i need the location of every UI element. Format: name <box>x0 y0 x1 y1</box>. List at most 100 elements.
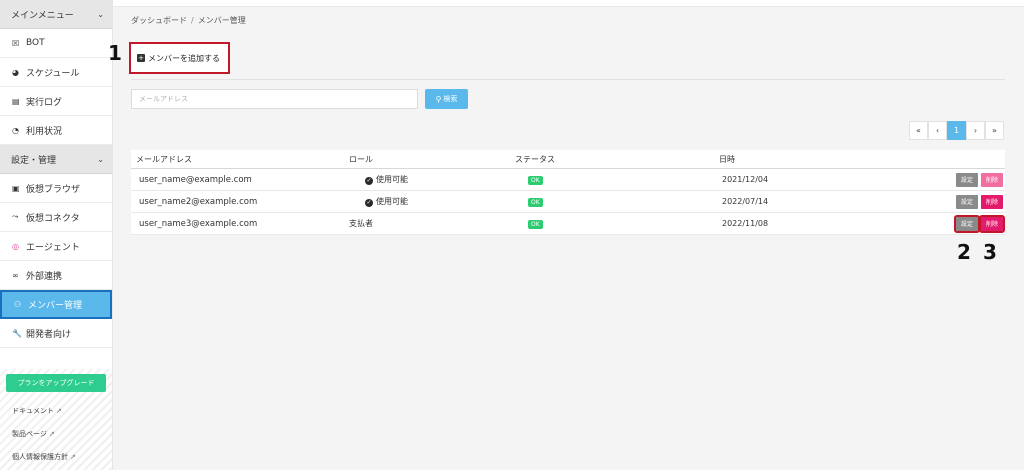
sidebar-item-agent[interactable]: ◎ エージェント <box>0 232 112 261</box>
sidebar-item-developers[interactable]: 🔧 開発者向け <box>0 319 112 348</box>
row-date: 2021/12/04 <box>722 175 769 184</box>
sidebar-item-bot[interactable]: ☒ BOT <box>0 29 112 58</box>
settings-button[interactable]: 設定 <box>954 214 980 233</box>
row-date: 2022/11/08 <box>722 219 769 228</box>
wrench-icon: 🔧 <box>12 328 22 338</box>
privacy-policy-link[interactable]: 個人情報保護方針 ↗ <box>0 446 112 469</box>
row-date: 2022/07/14 <box>722 197 769 206</box>
sidebar-footer: プランをアップグレード ドキュメント ↗ 製品ページ ↗ 個人情報保護方針 ↗ <box>0 369 112 470</box>
row-email: user_name2@example.com <box>139 196 258 207</box>
sidebar-item-label: 開発者向け <box>26 329 72 340</box>
clock-icon: ◕ <box>12 67 19 77</box>
robot-icon: ☒ <box>12 38 20 48</box>
row-email: user_name3@example.com <box>139 218 258 229</box>
row-actions: 設定 削除 <box>943 214 1005 233</box>
row-status: OK <box>513 197 716 207</box>
check-circle-icon: ✓ <box>365 177 373 185</box>
product-page-link[interactable]: 製品ページ ↗ <box>0 423 112 446</box>
row-email: user_name@example.com <box>139 174 252 185</box>
page-1-button[interactable]: 1 <box>947 121 966 140</box>
sidebar-item-virtual-browser[interactable]: ▣ 仮想ブラウザ <box>0 174 112 203</box>
pagination: « ‹ 1 › » <box>909 121 1004 140</box>
external-link-icon: ↗ <box>70 453 76 461</box>
main-menu-header[interactable]: メインメニュー ⌄ <box>0 0 112 29</box>
search-button[interactable]: ⚲ 検索 <box>425 89 468 109</box>
sidebar-item-label: BOT <box>26 38 45 48</box>
breadcrumb: ダッシュボード / メンバー管理 <box>131 15 246 26</box>
sidebar: メインメニュー ⌄ ☒ BOT ◕ スケジュール ▤ 実行ログ ◔ 利用状況 設… <box>0 0 113 470</box>
settings-menu-label: 設定・管理 <box>11 155 57 166</box>
row-role: ✓ 使用可能 <box>345 196 513 207</box>
annotation-3: 3 <box>983 240 997 264</box>
documentation-link[interactable]: ドキュメント ↗ <box>0 400 112 423</box>
row-status: OK <box>513 175 716 185</box>
add-member-button[interactable]: + メンバーを追加する <box>129 42 230 74</box>
row-actions: 設定 削除 <box>943 194 1005 209</box>
sidebar-item-label: 外部連携 <box>26 271 63 282</box>
header-status: ステータス <box>515 154 555 164</box>
annotation-1: 1 <box>108 41 122 65</box>
page-first-button[interactable]: « <box>909 121 928 140</box>
members-table: メールアドレス ロール ステータス 日時 user_name@example.c… <box>131 150 1005 235</box>
row-actions: 設定 削除 <box>943 172 1005 187</box>
delete-button[interactable]: 削除 <box>979 214 1005 233</box>
sidebar-item-virtual-connector[interactable]: ⤳ 仮想コネクタ <box>0 203 112 232</box>
status-badge: OK <box>528 219 543 229</box>
top-bar <box>113 0 1024 7</box>
delete-button[interactable]: 削除 <box>981 194 1003 209</box>
page-next-button[interactable]: › <box>966 121 985 140</box>
chevron-down-icon: ⌄ <box>97 9 104 19</box>
role-label: 使用可能 <box>376 197 408 206</box>
sidebar-item-label: スケジュール <box>26 68 80 79</box>
chevron-down-icon: ⌄ <box>97 154 104 164</box>
email-search-input[interactable] <box>131 89 418 109</box>
browser-icon: ▣ <box>12 183 20 193</box>
settings-button[interactable]: 設定 <box>956 172 978 187</box>
table-row: user_name2@example.com ✓ 使用可能 OK 2022/07/… <box>131 191 1005 213</box>
sidebar-item-logs[interactable]: ▤ 実行ログ <box>0 87 112 116</box>
link-icon: ∞ <box>12 270 19 280</box>
breadcrumb-root[interactable]: ダッシュボード <box>131 16 187 25</box>
table-header: メールアドレス ロール ステータス 日時 <box>131 150 1005 169</box>
sidebar-item-label: 仮想コネクタ <box>26 213 80 224</box>
header-role: ロール <box>349 154 373 164</box>
sidebar-item-schedule[interactable]: ◕ スケジュール <box>0 58 112 87</box>
sidebar-item-label: エージェント <box>26 242 80 253</box>
breadcrumb-separator: / <box>191 16 194 25</box>
sidebar-item-integrations[interactable]: ∞ 外部連携 <box>0 261 112 290</box>
status-badge: OK <box>528 175 543 185</box>
sidebar-item-label: 実行ログ <box>26 97 63 108</box>
upgrade-plan-button[interactable]: プランをアップグレード <box>6 374 106 392</box>
row-role: ✓ 使用可能 <box>345 174 513 185</box>
divider <box>131 79 1005 80</box>
sidebar-item-label: 仮想ブラウザ <box>26 184 81 195</box>
table-row: user_name3@example.com 支払者 OK 2022/11/08… <box>131 213 1005 235</box>
annotation-2: 2 <box>957 240 971 264</box>
table-row: user_name@example.com ✓ 使用可能 OK 2021/12/0… <box>131 169 1005 191</box>
sidebar-item-members[interactable]: ⚇ メンバー管理 <box>0 290 112 319</box>
settings-menu-header[interactable]: 設定・管理 ⌄ <box>0 145 112 174</box>
sidebar-item-label: メンバー管理 <box>28 301 83 311</box>
page-prev-button[interactable]: ‹ <box>928 121 947 140</box>
main-menu-label: メインメニュー <box>11 10 74 21</box>
page-last-button[interactable]: » <box>985 121 1004 140</box>
header-date: 日時 <box>719 154 735 164</box>
sidebar-item-usage[interactable]: ◔ 利用状況 <box>0 116 112 145</box>
external-link-icon: ↗ <box>56 407 62 415</box>
settings-button[interactable]: 設定 <box>956 194 978 209</box>
sidebar-item-label: 利用状況 <box>26 126 63 137</box>
delete-button[interactable]: 削除 <box>981 172 1003 187</box>
connector-icon: ⤳ <box>12 212 19 221</box>
breadcrumb-current: メンバー管理 <box>197 16 246 25</box>
agent-icon: ◎ <box>12 241 19 251</box>
document-icon: ▤ <box>12 96 20 106</box>
external-link-icon: ↗ <box>48 430 55 438</box>
search-icon: ⚲ <box>435 94 442 104</box>
users-icon: ⚇ <box>14 300 22 309</box>
row-status: OK <box>513 219 716 229</box>
check-circle-icon: ✓ <box>365 199 373 207</box>
search-button-label: 検索 <box>443 95 458 103</box>
row-role: 支払者 <box>349 219 373 228</box>
header-email: メールアドレス <box>136 154 192 164</box>
role-label: 使用可能 <box>376 175 408 184</box>
